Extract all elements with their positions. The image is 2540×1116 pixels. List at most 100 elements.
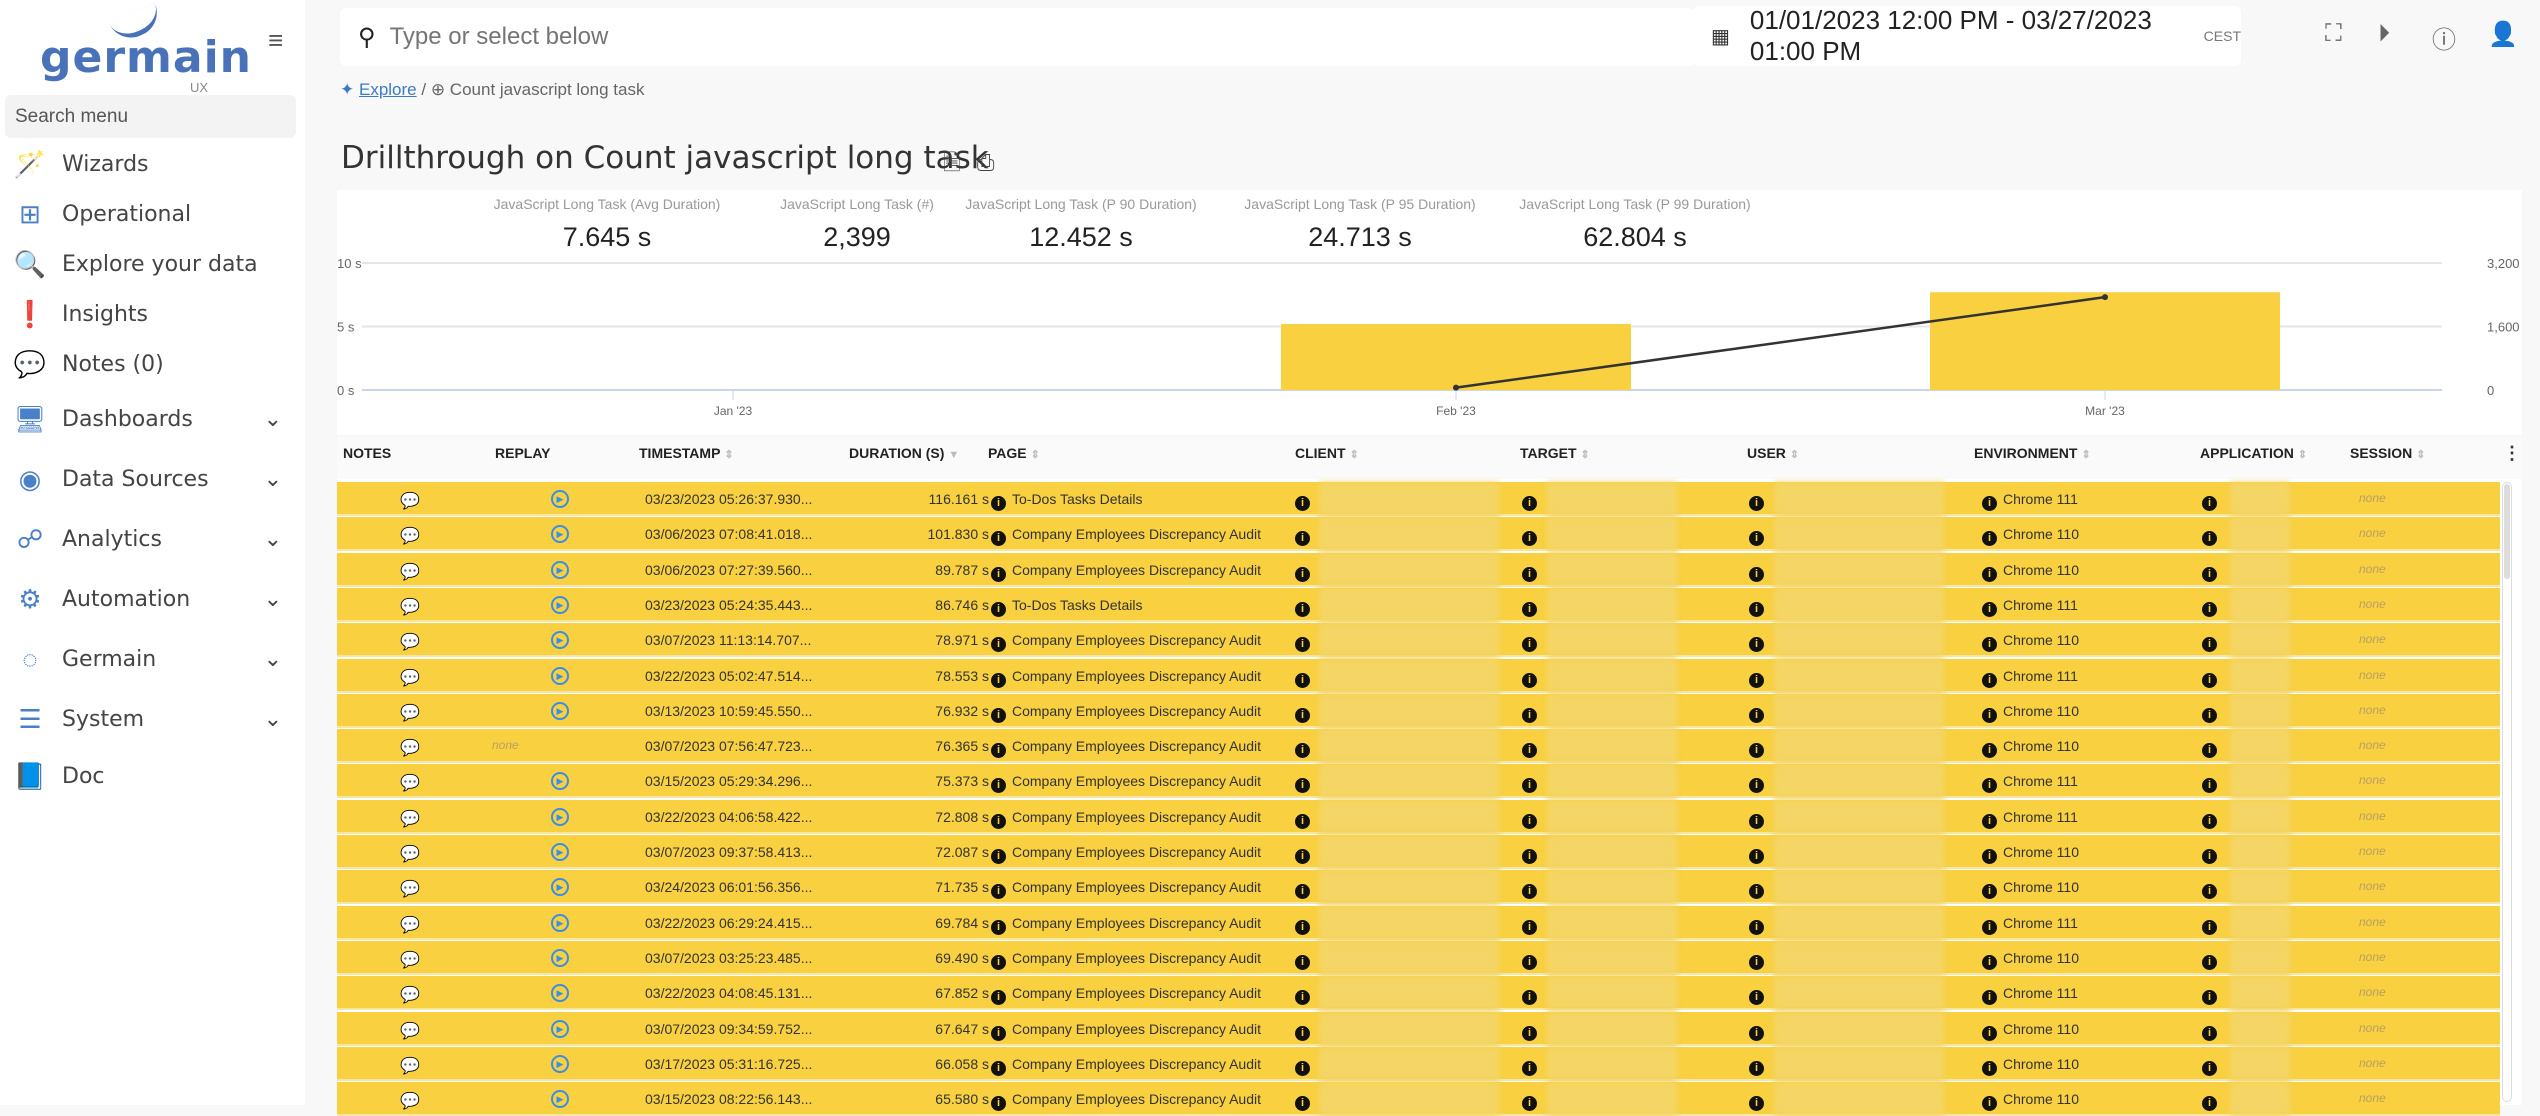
info-icon[interactable]: i (1749, 884, 1764, 900)
note-icon[interactable]: 💬 (400, 879, 420, 899)
table-row[interactable]: 💬 none 03/07/2023 07:56:47.723... 76.365 si… (337, 729, 2500, 764)
info-icon[interactable]: i (2202, 849, 2217, 864)
info-icon[interactable]: i (2202, 990, 2217, 1006)
info-icon[interactable]: i (1982, 743, 1997, 759)
hamburger-menu-icon[interactable]: ≡ (268, 27, 292, 53)
info-icon[interactable]: i (1295, 566, 1310, 582)
info-icon[interactable]: i (991, 1096, 1006, 1112)
note-icon[interactable]: 💬 (400, 597, 420, 617)
info-icon[interactable]: i (1749, 531, 1764, 547)
info-icon[interactable]: i (1749, 743, 1764, 759)
note-icon[interactable]: 💬 (400, 1021, 420, 1041)
chevron-down-icon[interactable]: ⌄ (264, 706, 282, 732)
sort-icon[interactable]: ⇕ (1790, 449, 1799, 461)
info-icon[interactable]: ⓘ (2432, 20, 2456, 55)
info-icon[interactable]: i (1295, 637, 1310, 653)
replay-play-icon[interactable]: ▶ (551, 1019, 569, 1038)
info-icon[interactable]: i (1522, 1025, 1537, 1041)
info-icon[interactable]: i (991, 884, 1006, 900)
replay-play-icon[interactable]: ▶ (551, 525, 569, 544)
table-row[interactable]: 💬 ▶ 03/22/2023 04:06:58.422... 72.808 s i Com… (337, 799, 2500, 834)
column-header-page[interactable]: PAGE ⇕ (988, 445, 1040, 461)
info-icon[interactable]: i (2202, 1060, 2217, 1076)
column-header-notes[interactable]: NOTES (343, 445, 391, 461)
info-icon[interactable]: i (1749, 566, 1764, 582)
search-menu-input[interactable]: Search menu (5, 95, 296, 138)
info-icon[interactable]: i (2202, 672, 2217, 688)
table-row[interactable]: 💬 ▶ 03/15/2023 05:29:34.296... 75.373 s i Com… (337, 764, 2500, 799)
chevron-down-icon[interactable]: ⌄ (264, 526, 282, 552)
column-header-application[interactable]: APPLICATION ⇕ (2200, 445, 2307, 461)
info-icon[interactable]: i (2202, 954, 2217, 970)
info-icon[interactable]: i (1982, 1060, 1997, 1076)
info-icon[interactable]: i (1749, 496, 1764, 511)
info-icon[interactable]: i (2202, 496, 2217, 511)
replay-play-icon[interactable]: ▶ (551, 843, 569, 861)
column-header-environment[interactable]: ENVIRONMENT ⇕ (1974, 445, 2091, 461)
info-icon[interactable]: i (1749, 672, 1764, 688)
breadcrumb-explore-link[interactable]: Explore (359, 80, 417, 99)
note-icon[interactable]: 💬 (400, 844, 420, 864)
column-header-client[interactable]: CLIENT ⇕ (1295, 445, 1359, 461)
info-icon[interactable]: i (1749, 637, 1764, 653)
info-icon[interactable]: i (1295, 849, 1310, 864)
table-row[interactable]: 💬 ▶ 03/07/2023 03:25:23.485... 69.490 s i Com… (337, 940, 2500, 975)
column-header-user[interactable]: USER ⇕ (1747, 445, 1799, 461)
table-row[interactable]: 💬 ▶ 03/06/2023 07:08:41.018... 101.830 s i Co… (337, 517, 2500, 552)
info-icon[interactable]: i (1295, 919, 1310, 935)
sort-icon[interactable]: ⇕ (2298, 449, 2307, 461)
info-icon[interactable]: i (1982, 1096, 1997, 1112)
info-icon[interactable]: i (1295, 601, 1310, 617)
sidebar-item-insights[interactable]: ❗ Insights (0, 290, 300, 338)
info-icon[interactable]: i (1522, 672, 1537, 688)
replay-play-icon[interactable]: ▶ (551, 490, 569, 508)
info-icon[interactable]: i (1749, 919, 1764, 935)
note-icon[interactable]: 💬 (400, 1056, 420, 1076)
table-row[interactable]: 💬 ▶ 03/15/2023 08:22:56.143... 65.580 s i Com… (337, 1082, 2500, 1116)
sidebar-item-dashboards[interactable]: 🖥 Dashboards ⌄ (0, 395, 300, 443)
info-icon[interactable]: i (1522, 849, 1537, 864)
info-icon[interactable]: i (1982, 778, 1997, 794)
info-icon[interactable]: i (1295, 954, 1310, 970)
table-row[interactable]: 💬 ▶ 03/17/2023 05:31:16.725... 66.058 s i Com… (337, 1046, 2500, 1081)
info-icon[interactable]: i (1295, 778, 1310, 794)
sidebar-item-operational[interactable]: ⊞ Operational (0, 190, 300, 238)
chevron-down-icon[interactable]: ⌄ (264, 646, 282, 672)
info-icon[interactable]: i (1522, 496, 1537, 511)
info-icon[interactable]: i (1295, 884, 1310, 900)
info-icon[interactable]: i (1522, 1096, 1537, 1112)
global-search-input[interactable] (389, 23, 1590, 51)
note-icon[interactable]: 💬 (400, 1091, 420, 1111)
table-row[interactable]: 💬 ▶ 03/07/2023 09:34:59.752... 67.647 s i Com… (337, 1011, 2500, 1046)
sidebar-item-system[interactable]: ☰ System ⌄ (0, 695, 300, 743)
info-icon[interactable]: i (1295, 813, 1310, 829)
sort-icon[interactable]: ▼ (948, 449, 959, 461)
column-header-target[interactable]: TARGET ⇕ (1520, 445, 1590, 461)
info-icon[interactable]: i (991, 778, 1006, 794)
table-row[interactable]: 💬 ▶ 03/23/2023 05:26:37.930... 116.161 s i To… (337, 482, 2500, 516)
info-icon[interactable]: i (2202, 813, 2217, 829)
note-icon[interactable]: 💬 (400, 562, 420, 582)
info-icon[interactable]: i (1522, 566, 1537, 582)
info-icon[interactable]: i (1749, 1025, 1764, 1041)
sort-icon[interactable]: ⇕ (1031, 449, 1040, 461)
note-icon[interactable]: 💬 (400, 526, 420, 546)
sidebar-item-explore-your-data[interactable]: 🔍 Explore your data (0, 240, 300, 288)
info-icon[interactable]: i (1522, 884, 1537, 900)
info-icon[interactable]: i (1982, 566, 1997, 582)
info-icon[interactable]: i (991, 1060, 1006, 1076)
table-row[interactable]: 💬 ▶ 03/22/2023 04:08:45.131... 67.852 s i Com… (337, 976, 2500, 1011)
info-icon[interactable]: i (1522, 601, 1537, 617)
info-icon[interactable]: i (1522, 990, 1537, 1006)
table-row[interactable]: 💬 ▶ 03/13/2023 10:59:45.550... 76.932 s i Com… (337, 693, 2500, 728)
info-icon[interactable]: i (2202, 601, 2217, 617)
replay-play-icon[interactable]: ▶ (551, 701, 569, 720)
info-icon[interactable]: i (2202, 707, 2217, 723)
sidebar-item-analytics[interactable]: ☍ Analytics ⌄ (0, 515, 300, 563)
info-icon[interactable]: i (1522, 919, 1537, 935)
info-icon[interactable]: i (1982, 531, 1997, 547)
info-icon[interactable]: i (991, 919, 1006, 935)
info-icon[interactable]: i (1749, 1096, 1764, 1112)
note-icon[interactable]: 💬 (400, 738, 420, 758)
replay-play-icon[interactable]: ▶ (551, 631, 569, 650)
